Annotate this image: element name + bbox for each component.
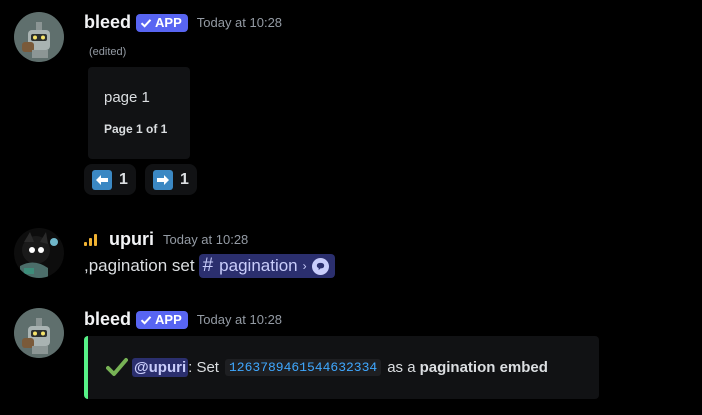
app-badge-label: APP [155, 312, 182, 327]
avatar[interactable] [14, 228, 64, 278]
result-text-set: : Set [188, 358, 219, 376]
result-text-as: as a [387, 358, 416, 376]
result-line: @upuri : Set 1263789461544632334 as a pa… [106, 356, 548, 378]
embed-footer: Page 1 of 1 [104, 122, 168, 136]
signal-icon [84, 233, 97, 246]
edited-label: (edited) [89, 46, 127, 58]
message-bleed-1: bleed APP Today at 10:28 (edited) page 1… [0, 0, 702, 200]
right-arrow-icon [153, 169, 173, 190]
bot-avatar-icon [14, 12, 64, 62]
reaction-count: 1 [180, 170, 189, 188]
username[interactable]: upuri [109, 229, 154, 250]
embed: page 1 Page 1 of 1 [88, 67, 190, 159]
thread-icon [311, 257, 329, 275]
message-id-code: 1263789461544632334 [224, 358, 382, 376]
user-avatar-icon [14, 228, 64, 278]
message-content: ,pagination set # pagination › [84, 254, 335, 278]
check-icon [106, 356, 128, 378]
avatar[interactable] [14, 12, 64, 62]
user-mention[interactable]: @upuri [132, 357, 189, 377]
result-embed: @upuri : Set 1263789461544632334 as a pa… [84, 336, 599, 399]
command-text: ,pagination set [84, 256, 195, 275]
message-header: bleed APP Today at 10:28 [84, 309, 282, 330]
app-badge-label: APP [155, 15, 182, 30]
message-header: bleed APP Today at 10:28 [84, 12, 282, 33]
username[interactable]: bleed [84, 12, 131, 33]
timestamp[interactable]: Today at 10:28 [163, 232, 248, 247]
embed-description: page 1 [104, 89, 150, 106]
avatar[interactable] [14, 308, 64, 358]
username[interactable]: bleed [84, 309, 131, 330]
reaction-right-arrow[interactable]: 1 [145, 164, 197, 195]
verified-check-icon [140, 315, 152, 325]
left-arrow-icon [92, 169, 112, 190]
app-badge: APP [136, 13, 188, 32]
result-text-bold: pagination embed [419, 358, 548, 376]
verified-check-icon [140, 18, 152, 28]
message-header: upuri Today at 10:28 [84, 229, 248, 250]
reaction-count: 1 [119, 170, 128, 188]
channel-mention[interactable]: # pagination › [198, 254, 335, 278]
timestamp[interactable]: Today at 10:28 [197, 312, 282, 327]
reaction-left-arrow[interactable]: 1 [84, 164, 136, 195]
bot-avatar-icon [14, 308, 64, 358]
timestamp[interactable]: Today at 10:28 [197, 15, 282, 30]
chevron-right-icon: › [302, 259, 307, 273]
app-badge: APP [136, 310, 188, 329]
hash-icon: # [202, 255, 214, 276]
channel-name: pagination [219, 256, 298, 275]
